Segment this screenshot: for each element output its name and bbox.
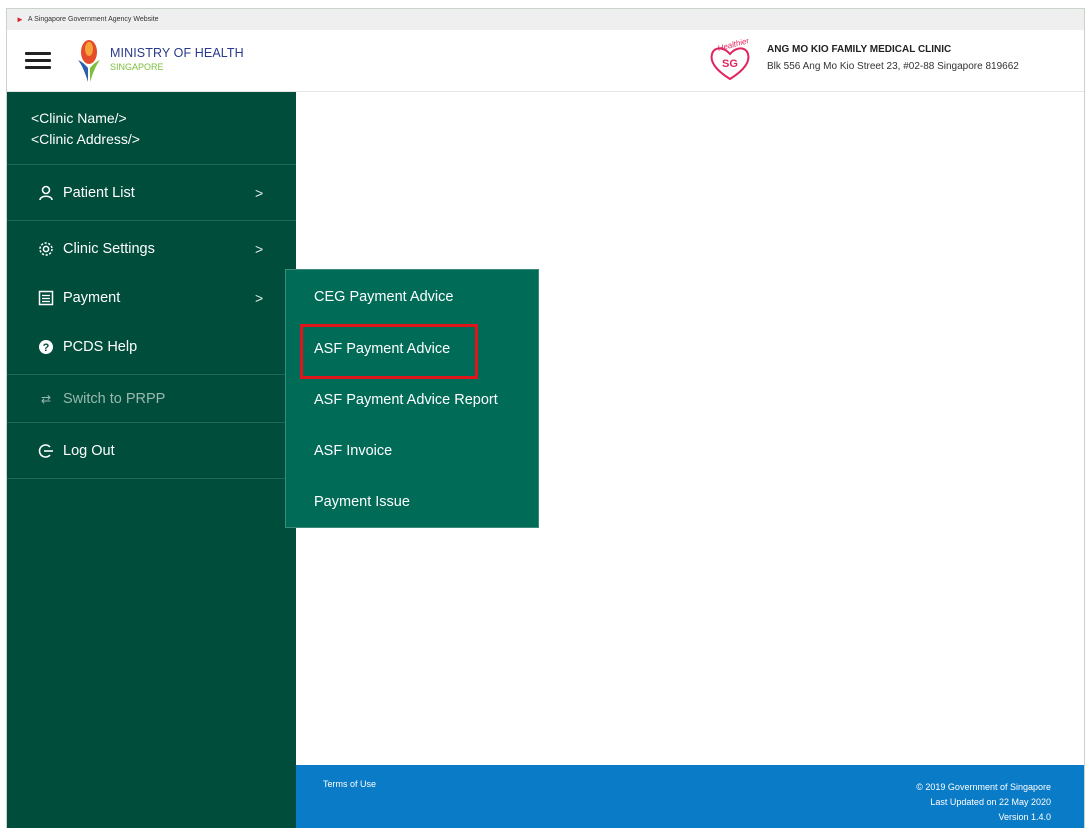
- chevron-right-icon: >: [255, 290, 264, 306]
- sidebar-item-label: Log Out: [63, 442, 115, 459]
- submenu-item-asf-payment-advice[interactable]: ASF Payment Advice: [314, 341, 450, 357]
- moh-logo[interactable]: [75, 38, 103, 84]
- sidebar-item-label: Switch to PRPP: [63, 390, 166, 407]
- clinic-name: ANG MO KIO FAMILY MEDICAL CLINIC: [767, 44, 952, 55]
- sidebar-item-patient-list[interactable]: Patient List >: [7, 165, 296, 221]
- sidebar: <Clinic Name/> <Clinic Address/> Patient…: [7, 92, 296, 828]
- submenu-item-asf-payment-advice-report[interactable]: ASF Payment Advice Report: [314, 392, 498, 408]
- chevron-right-icon: >: [255, 184, 264, 201]
- copyright-text: © 2019 Government of Singapore: [916, 782, 1051, 792]
- moh-wordmark: MINISTRY OF HEALTH SINGAPORE: [110, 46, 244, 72]
- sidebar-item-label: Clinic Settings: [63, 241, 155, 257]
- sidebar-item-clinic-settings[interactable]: Clinic Settings >: [7, 221, 296, 277]
- moh-subtitle: SINGAPORE: [110, 62, 164, 72]
- svg-text:SG: SG: [722, 58, 738, 70]
- submenu-item-payment-issue[interactable]: Payment Issue: [314, 494, 410, 510]
- healthier-sg-logo: SG Healthier: [710, 39, 750, 81]
- gov-banner-text: A Singapore Government Agency Website: [27, 16, 159, 23]
- logout-icon: [37, 442, 55, 460]
- gov-banner: ► A Singapore Government Agency Website: [7, 9, 1084, 30]
- help-icon: ?: [37, 338, 55, 356]
- clinic-info: ANG MO KIO FAMILY MEDICAL CLINIC Blk 556…: [767, 44, 1019, 72]
- user-icon: [37, 184, 55, 202]
- sidebar-clinic-address: <Clinic Address/>: [31, 131, 140, 147]
- document-icon: [37, 289, 55, 307]
- sidebar-item-pcds-help[interactable]: ? PCDS Help: [7, 319, 296, 375]
- submenu-item-ceg-payment-advice[interactable]: CEG Payment Advice: [314, 289, 453, 305]
- sidebar-item-label: Patient List: [63, 184, 135, 201]
- payment-submenu: CEG Payment Advice ASF Payment Advice AS…: [285, 269, 539, 528]
- sidebar-item-switch-to-prpp[interactable]: ⇄ Switch to PRPP: [7, 375, 296, 423]
- clinic-address: Blk 556 Ang Mo Kio Street 23, #02-88 Sin…: [767, 61, 1019, 72]
- submenu-item-asf-invoice[interactable]: ASF Invoice: [314, 443, 392, 459]
- header: MINISTRY OF HEALTH SINGAPORE SG Healthie…: [7, 30, 1084, 92]
- footer-info: © 2019 Government of Singapore Last Upda…: [916, 780, 1051, 825]
- app-window: ► A Singapore Government Agency Website …: [6, 8, 1085, 828]
- gear-icon: [37, 240, 55, 258]
- sidebar-item-log-out[interactable]: Log Out: [7, 423, 296, 479]
- chevron-right-icon: >: [255, 241, 264, 257]
- switch-icon: ⇄: [40, 391, 52, 406]
- version-text: Version 1.4.0: [998, 812, 1051, 822]
- terms-of-use-link[interactable]: Terms of Use: [323, 779, 376, 789]
- sidebar-item-label: Payment: [63, 290, 121, 306]
- hamburger-menu-icon[interactable]: [25, 52, 51, 70]
- sidebar-clinic-name: <Clinic Name/>: [31, 110, 127, 126]
- svg-text:?: ?: [43, 342, 50, 354]
- last-updated-text: Last Updated on 22 May 2020: [930, 797, 1051, 807]
- sidebar-clinic-block: <Clinic Name/> <Clinic Address/>: [7, 92, 296, 165]
- footer: Terms of Use © 2019 Government of Singap…: [296, 765, 1084, 828]
- moh-title: MINISTRY OF HEALTH: [110, 46, 244, 60]
- sidebar-item-label: PCDS Help: [63, 338, 138, 355]
- sidebar-item-payment[interactable]: Payment >: [7, 277, 296, 319]
- lion-head-icon: ►: [16, 15, 24, 24]
